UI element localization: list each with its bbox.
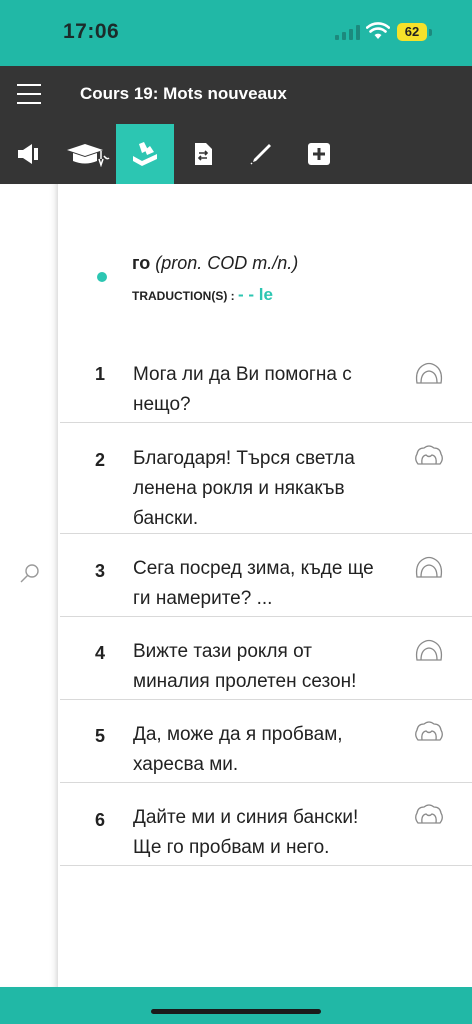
- flashcard-icon: [133, 142, 157, 166]
- speaker-icon: [18, 144, 38, 164]
- home-indicator[interactable]: [151, 1009, 321, 1014]
- sentence-text: Дайте ми и синия бански! Ще го пробвам и…: [133, 803, 398, 863]
- sentence-number: 3: [95, 561, 106, 581]
- battery-icon: 62: [397, 23, 427, 41]
- translation-label: TRADUCTION(S) :: [132, 289, 235, 303]
- female-speaker-icon[interactable]: [412, 637, 446, 663]
- sentence-text: Вижте тази рокля от миналия пролетен сез…: [133, 637, 398, 697]
- tab-audio[interactable]: [0, 124, 58, 184]
- list-item[interactable]: 2 Благодаря! Търся светла ленена рокля и…: [60, 423, 472, 534]
- word-marker: [97, 272, 107, 282]
- male-speaker-icon[interactable]: [412, 444, 446, 470]
- sentence-line: ленена рокля и някакъв: [133, 478, 345, 499]
- sentence-line: Дайте ми и синия бански!: [133, 807, 359, 828]
- sentence-text: Мога ли да Ви помогна с нещо?: [133, 360, 398, 420]
- sentence-text: Благодаря! Търся светла ленена рокля и н…: [133, 444, 398, 534]
- status-time: 17:06: [63, 20, 120, 43]
- tab-vocabulary[interactable]: [116, 124, 174, 184]
- search-icon[interactable]: [18, 562, 42, 586]
- sentence-number: 6: [95, 810, 106, 830]
- tab-exercise[interactable]: [232, 124, 290, 184]
- list-item[interactable]: 5 Да, може да я пробвам, харесва ми.: [60, 700, 472, 783]
- sentence-line: Мога ли да Ви помогна с: [133, 364, 352, 385]
- male-speaker-icon[interactable]: [412, 803, 446, 829]
- word-term: го: [132, 253, 151, 273]
- sentence-number: 5: [95, 726, 106, 746]
- translate-document-icon: [195, 143, 212, 165]
- list-item[interactable]: 1 Мога ли да Ви помогна с нещо?: [60, 340, 472, 423]
- graduation-cap-icon: [67, 144, 110, 167]
- cellular-signal-icon: [335, 24, 361, 40]
- list-item[interactable]: 6 Дайте ми и синия бански! Ще го пробвам…: [60, 783, 472, 866]
- sentence-line: Сега посред зима, къде ще: [133, 558, 374, 579]
- translation-value: - - le: [238, 285, 273, 304]
- translation-line: TRADUCTION(S) : - - le: [132, 285, 273, 305]
- pencil-icon: [250, 144, 271, 165]
- sentence-line: нещо?: [133, 394, 191, 415]
- menu-icon[interactable]: [17, 84, 41, 104]
- female-speaker-icon[interactable]: [412, 554, 446, 580]
- male-speaker-icon[interactable]: [412, 720, 446, 746]
- sentence-line: Да, може да я пробвам,: [133, 724, 343, 745]
- sentence-text: Да, може да я пробвам, харесва ми.: [133, 720, 398, 780]
- list-item[interactable]: 3 Сега посред зима, къде ще ги намерите?…: [60, 534, 472, 617]
- sentence-line: Благодаря! Търся светла: [133, 448, 355, 469]
- sentence-number: 4: [95, 643, 106, 663]
- sentence-line: харесва ми.: [133, 754, 239, 775]
- sentence-number: 2: [95, 450, 106, 470]
- add-icon: [308, 143, 330, 165]
- wifi-icon: [366, 22, 390, 39]
- sentence-line: миналия пролетен сезон!: [133, 671, 357, 692]
- word-grammar: (pron. COD m./n.): [155, 253, 299, 273]
- tab-more[interactable]: [290, 124, 348, 184]
- bottom-bar: [0, 987, 472, 1024]
- tab-lesson[interactable]: [58, 124, 116, 184]
- tab-translation[interactable]: [174, 124, 232, 184]
- page-title: Cours 19: Mots nouveaux: [80, 84, 287, 103]
- female-speaker-icon[interactable]: [412, 360, 446, 386]
- list-item[interactable]: 4 Вижте тази рокля от миналия пролетен с…: [60, 617, 472, 700]
- word-entry: го (pron. COD m./n.): [132, 253, 298, 274]
- status-bar: 17:06 62: [0, 0, 472, 66]
- sentence-number: 1: [95, 364, 106, 384]
- sentence-line: ги намерите? ...: [133, 588, 273, 609]
- sentence-line: Вижте тази рокля от: [133, 641, 312, 662]
- sentence-line: Ще го пробвам и него.: [133, 837, 330, 858]
- sentence-text: Сега посред зима, къде ще ги намерите? .…: [133, 554, 398, 614]
- sentence-line: бански.: [133, 508, 199, 529]
- battery-tip: [429, 29, 432, 36]
